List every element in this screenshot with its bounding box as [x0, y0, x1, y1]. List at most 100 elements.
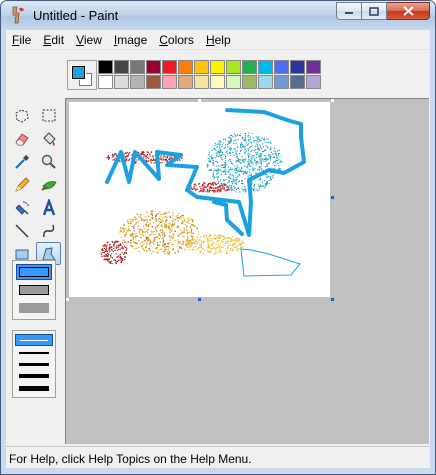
line-width-5[interactable]: [19, 386, 49, 391]
resize-handle-bottom-middle[interactable]: [198, 298, 201, 301]
palette-color-bottom-3[interactable]: [130, 75, 145, 89]
palette-color-top-4[interactable]: [146, 60, 161, 74]
current-colors[interactable]: [67, 60, 97, 90]
spray-dot: [113, 159, 115, 161]
palette-color-top-2[interactable]: [114, 60, 129, 74]
line-width-2[interactable]: [19, 352, 49, 354]
palette-color-bottom-5[interactable]: [162, 75, 177, 89]
palette-color-bottom-6[interactable]: [178, 75, 193, 89]
palette-color-bottom-7[interactable]: [194, 75, 209, 89]
spray-dot: [230, 185, 232, 187]
palette-color-top-11[interactable]: [258, 60, 273, 74]
palette-color-bottom-10[interactable]: [242, 75, 257, 89]
foreground-color-swatch[interactable]: [71, 65, 86, 80]
spray-dot: [277, 150, 279, 152]
close-button[interactable]: [387, 2, 430, 20]
palette-color-top-12[interactable]: [274, 60, 289, 74]
spray-dot: [222, 153, 224, 155]
palette-color-top-7[interactable]: [194, 60, 209, 74]
fill-with-color-tool[interactable]: [36, 127, 61, 150]
free-form-select-tool[interactable]: [9, 104, 34, 127]
palette-color-bottom-2[interactable]: [114, 75, 129, 89]
fill-style-fill[interactable]: [16, 303, 52, 315]
spray-dot: [174, 252, 176, 254]
spray-dot: [176, 239, 179, 241]
menu-file[interactable]: File: [6, 33, 37, 47]
menu-colors[interactable]: Colors: [153, 33, 200, 47]
line-width-4[interactable]: [19, 374, 49, 378]
resize-handle-right-middle[interactable]: [331, 196, 334, 199]
spray-dot: [210, 241, 212, 243]
spray-dot: [178, 248, 180, 250]
spray-dot: [125, 232, 127, 234]
minimize-button[interactable]: [336, 2, 362, 20]
eraser-tool[interactable]: [9, 127, 34, 150]
spray-dot: [248, 159, 250, 161]
line-tool[interactable]: [9, 219, 34, 242]
spray-dot: [104, 258, 106, 260]
spray-dot: [141, 241, 144, 243]
fill-style-outline-fill[interactable]: [16, 285, 52, 297]
pick-color-tool[interactable]: [9, 150, 34, 173]
palette-color-top-3[interactable]: [130, 60, 145, 74]
spray-dot: [243, 161, 245, 163]
fill-style-outline[interactable]: [16, 264, 52, 280]
maximize-button[interactable]: [362, 2, 387, 20]
palette-color-top-1[interactable]: [98, 60, 113, 74]
spray-dot: [255, 149, 257, 151]
spray-dot: [209, 187, 211, 189]
line-width-3[interactable]: [19, 363, 49, 366]
palette-color-bottom-1[interactable]: [98, 75, 113, 89]
palette-color-bottom-9[interactable]: [226, 75, 241, 89]
menu-view[interactable]: View: [70, 33, 108, 47]
airbrush-tool[interactable]: [9, 196, 34, 219]
text-tool[interactable]: [36, 196, 61, 219]
brush-tool[interactable]: [36, 173, 61, 196]
palette-color-bottom-11[interactable]: [258, 75, 273, 89]
spray-dot: [171, 224, 173, 226]
spray-dot: [239, 243, 241, 245]
spray-dot: [128, 228, 130, 230]
spray-dot: [220, 173, 222, 175]
spray-dot: [149, 155, 151, 157]
spray-dot: [220, 184, 222, 187]
spray-dot: [141, 234, 144, 236]
palette-color-top-14[interactable]: [306, 60, 321, 74]
spray-dot: [131, 219, 134, 222]
spray-dot: [222, 246, 224, 249]
title-bar[interactable]: Untitled - Paint: [1, 1, 435, 30]
spray-dot: [158, 250, 160, 252]
select-tool[interactable]: [36, 104, 61, 127]
spray-dot: [235, 156, 237, 158]
palette-color-top-9[interactable]: [226, 60, 241, 74]
palette-color-top-8[interactable]: [210, 60, 225, 74]
drawing-canvas[interactable]: [69, 102, 330, 297]
spray-dot: [166, 251, 168, 254]
menu-image[interactable]: Image: [108, 33, 153, 47]
palette-color-bottom-13[interactable]: [290, 75, 305, 89]
palette-color-bottom-14[interactable]: [306, 75, 321, 89]
spray-dot: [141, 218, 143, 220]
line-width-1[interactable]: [15, 334, 53, 346]
palette-color-bottom-8[interactable]: [210, 75, 225, 89]
menu-help[interactable]: Help: [200, 33, 237, 47]
spray-dot: [107, 255, 109, 257]
spray-dot: [136, 213, 138, 215]
pencil-tool[interactable]: [9, 173, 34, 196]
palette-color-top-10[interactable]: [242, 60, 257, 74]
spray-dot: [149, 213, 151, 215]
palette-color-bottom-4[interactable]: [146, 75, 161, 89]
palette-color-bottom-12[interactable]: [274, 75, 289, 89]
spray-dot: [219, 249, 221, 251]
curve-tool[interactable]: [36, 219, 61, 242]
palette-color-top-6[interactable]: [178, 60, 193, 74]
spray-dot: [136, 247, 138, 249]
spray-dot: [205, 234, 207, 236]
resize-handle-bottom-right[interactable]: [331, 298, 334, 301]
spray-dot: [226, 240, 228, 242]
menu-edit[interactable]: Edit: [37, 33, 70, 47]
spray-dot: [239, 244, 241, 246]
palette-color-top-5[interactable]: [162, 60, 177, 74]
magnifier-tool[interactable]: [36, 150, 61, 173]
palette-color-top-13[interactable]: [290, 60, 305, 74]
